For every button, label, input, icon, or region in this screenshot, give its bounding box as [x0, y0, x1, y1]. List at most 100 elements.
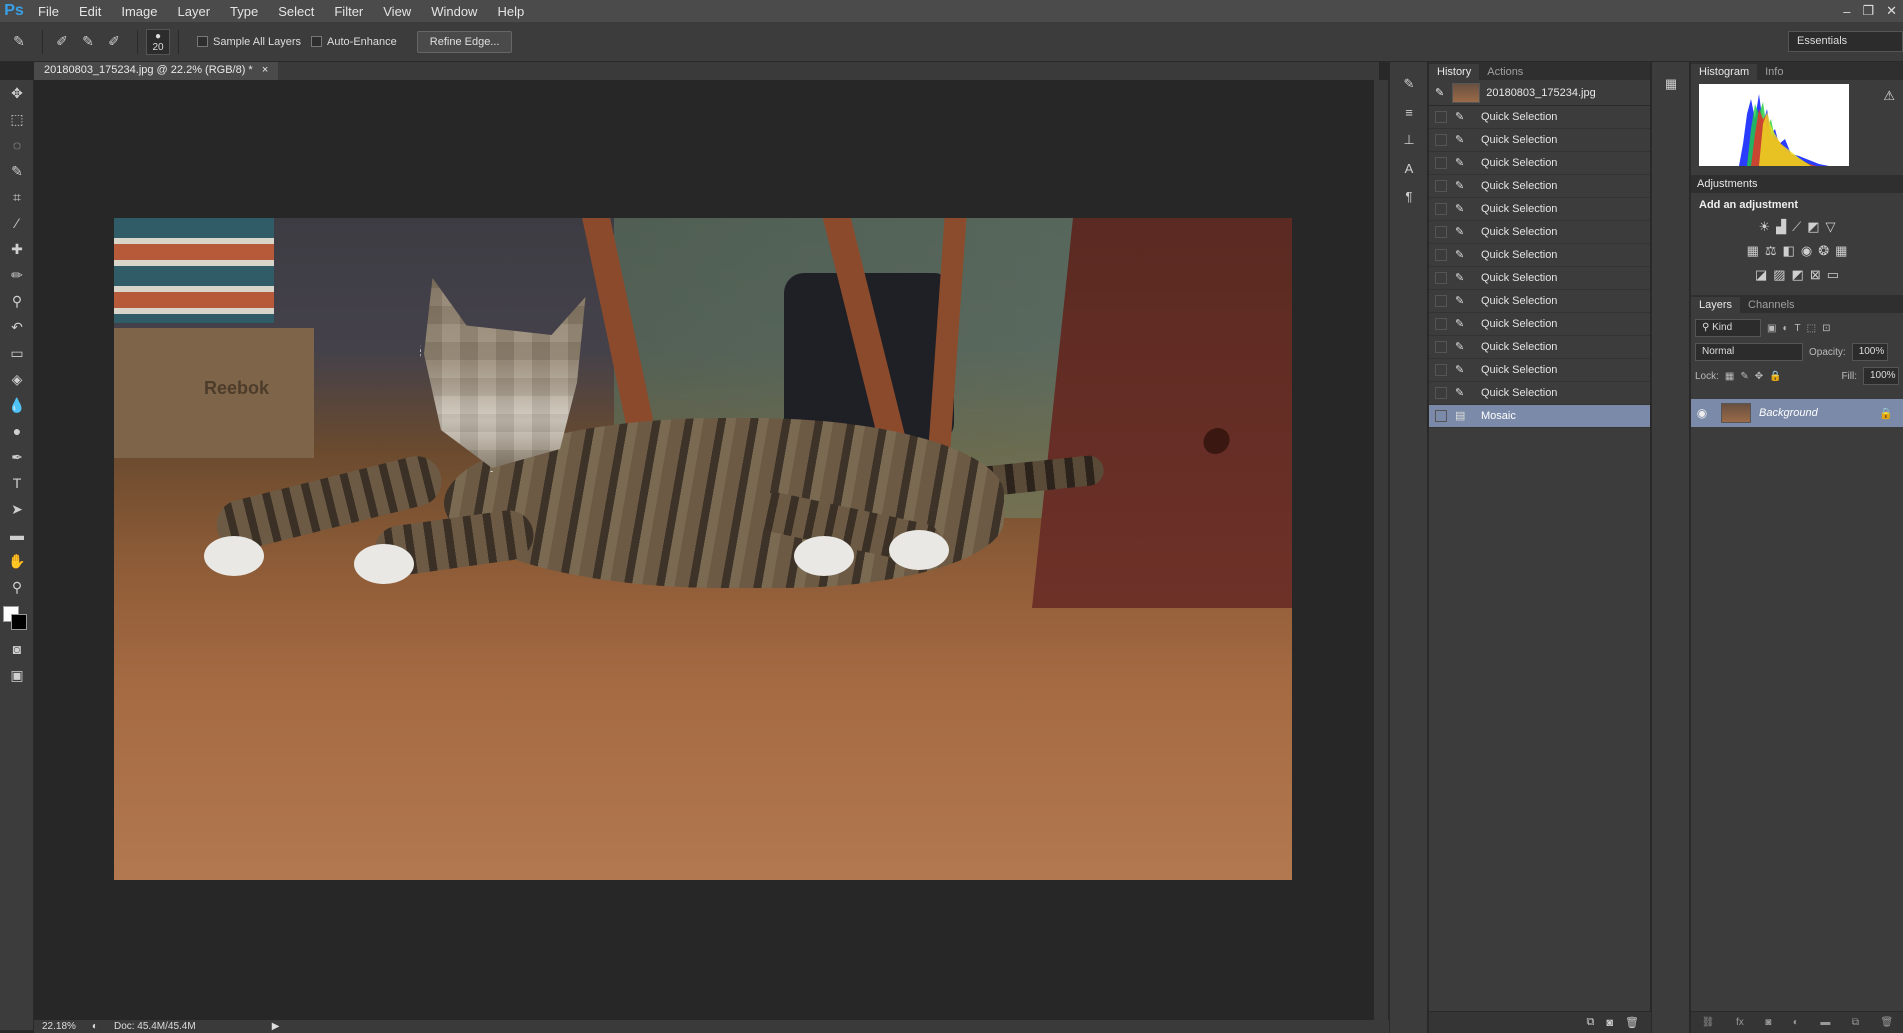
delete-layer-icon[interactable]: 🗑 [1880, 1017, 1893, 1028]
new-adjustment-layer-icon[interactable]: ◐ [1793, 1017, 1799, 1028]
history-state[interactable]: ✎ Quick Selection [1429, 106, 1650, 129]
brush-tool-icon[interactable]: ✏ [0, 262, 34, 288]
quick-selection-tool-icon[interactable]: ✎ [0, 158, 34, 184]
history-state[interactable]: ✎ Quick Selection [1429, 290, 1650, 313]
channel-mixer-icon[interactable]: ❂ [1818, 243, 1829, 259]
threshold-icon[interactable]: ◩ [1792, 267, 1804, 283]
history-state[interactable]: ✎ Quick Selection [1429, 129, 1650, 152]
history-state[interactable]: ✎ Quick Selection [1429, 336, 1650, 359]
minimize-button[interactable]: – [1843, 4, 1850, 19]
status-info-icon[interactable]: ◐ [92, 1021, 98, 1032]
type-tool-icon[interactable]: T [0, 470, 34, 496]
history-snapshot[interactable]: ✎ 20180803_175234.jpg [1429, 80, 1650, 106]
restore-button[interactable]: ❐ [1862, 3, 1874, 19]
exposure-icon[interactable]: ◩ [1807, 219, 1819, 235]
new-document-from-state-icon[interactable]: ⧉ [1587, 1016, 1595, 1029]
screen-mode-icon[interactable]: ▣ [0, 662, 34, 688]
history-source-checkbox[interactable] [1435, 295, 1447, 307]
new-selection-icon[interactable]: ✐ [51, 31, 73, 53]
history-state-selected[interactable]: ▤ Mosaic [1429, 405, 1650, 428]
history-source-checkbox[interactable] [1435, 134, 1447, 146]
fill-input[interactable]: 100% [1863, 367, 1899, 385]
eyedropper-tool-icon[interactable]: ⁄ [0, 210, 34, 236]
tab-layers[interactable]: Layers [1691, 297, 1741, 313]
history-state[interactable]: ✎ Quick Selection [1429, 267, 1650, 290]
history-state[interactable]: ✎ Quick Selection [1429, 152, 1650, 175]
menu-edit[interactable]: Edit [69, 4, 111, 19]
character-panel-icon[interactable]: A [1390, 154, 1428, 182]
color-lookup-icon[interactable]: ▦ [1835, 243, 1847, 259]
path-selection-tool-icon[interactable]: ➤ [0, 496, 34, 522]
lock-all-icon[interactable]: 🔒 [1769, 371, 1781, 382]
levels-icon[interactable]: ▟ [1776, 219, 1786, 235]
link-layers-icon[interactable]: ⛓ [1702, 1017, 1715, 1028]
new-layer-icon[interactable]: ⧉ [1852, 1017, 1859, 1028]
healing-brush-tool-icon[interactable]: ✚ [0, 236, 34, 262]
vertical-scrollbar[interactable] [1374, 80, 1388, 1020]
clone-stamp-tool-icon[interactable]: ⚲ [0, 288, 34, 314]
hue-saturation-icon[interactable]: ▦ [1747, 243, 1759, 259]
history-state[interactable]: ✎ Quick Selection [1429, 221, 1650, 244]
history-state[interactable]: ✎ Quick Selection [1429, 382, 1650, 405]
history-source-checkbox[interactable] [1435, 387, 1447, 399]
history-state[interactable]: ✎ Quick Selection [1429, 175, 1650, 198]
blur-tool-icon[interactable]: 💧 [0, 392, 34, 418]
pen-tool-icon[interactable]: ✒ [0, 444, 34, 470]
history-source-checkbox[interactable] [1435, 157, 1447, 169]
opacity-input[interactable]: 100% [1851, 343, 1888, 361]
properties-panel-icon[interactable]: ▦ [1652, 70, 1690, 98]
color-balance-icon[interactable]: ⚖ [1765, 243, 1777, 259]
history-source-checkbox[interactable] [1435, 341, 1447, 353]
filter-adjustment-icon[interactable]: ◐ [1782, 323, 1788, 334]
filter-type-icon[interactable]: T [1795, 323, 1801, 334]
history-source-checkbox[interactable] [1435, 111, 1447, 123]
vibrance-icon[interactable]: ▽ [1826, 219, 1836, 235]
adjustments-header[interactable]: Adjustments [1691, 175, 1903, 193]
tab-info[interactable]: Info [1757, 64, 1791, 80]
warning-icon[interactable]: ⚠ [1883, 88, 1895, 104]
history-source-checkbox[interactable] [1435, 410, 1447, 422]
lasso-tool-icon[interactable]: ◌ [0, 132, 34, 158]
visibility-eye-icon[interactable]: ◉ [1691, 406, 1713, 420]
dodge-tool-icon[interactable]: ● [0, 418, 34, 444]
move-tool-icon[interactable]: ✥ [0, 80, 34, 106]
tab-history[interactable]: History [1429, 64, 1480, 80]
photo-filter-icon[interactable]: ◉ [1801, 243, 1812, 259]
hand-tool-icon[interactable]: ✋ [0, 548, 34, 574]
lock-transparent-icon[interactable]: ▦ [1725, 371, 1734, 382]
background-color-swatch[interactable] [11, 614, 27, 630]
history-source-checkbox[interactable] [1435, 272, 1447, 284]
subtract-from-selection-icon[interactable]: ✐ [103, 31, 125, 53]
menu-image[interactable]: Image [111, 4, 167, 19]
document-image[interactable]: Reebok [114, 218, 1292, 880]
rectangle-tool-icon[interactable]: ▬ [0, 522, 34, 548]
filter-pixel-icon[interactable]: ▣ [1767, 323, 1776, 334]
history-source-checkbox[interactable] [1435, 203, 1447, 215]
quick-mask-icon[interactable]: ◙ [0, 636, 34, 662]
history-state[interactable]: ✎ Quick Selection [1429, 244, 1650, 267]
menu-window[interactable]: Window [421, 4, 487, 19]
filter-shape-icon[interactable]: ⬚ [1807, 323, 1816, 334]
lock-image-icon[interactable]: ✎ [1740, 371, 1748, 382]
menu-layer[interactable]: Layer [168, 4, 221, 19]
clone-source-icon[interactable]: ⊥ [1390, 126, 1428, 154]
auto-enhance-checkbox[interactable] [311, 36, 323, 47]
history-state[interactable]: ✎ Quick Selection [1429, 313, 1650, 336]
history-brush-source-icon[interactable]: ✎ [1435, 86, 1444, 99]
menu-type[interactable]: Type [220, 4, 268, 19]
sample-all-layers-checkbox[interactable] [197, 36, 208, 47]
paragraph-panel-icon[interactable]: ¶ [1390, 182, 1428, 210]
curves-icon[interactable]: ⟋ [1792, 219, 1801, 235]
filter-smart-object-icon[interactable]: ⊡ [1822, 323, 1830, 334]
add-mask-icon[interactable]: ◙ [1765, 1017, 1771, 1028]
paint-bucket-tool-icon[interactable]: ◈ [0, 366, 34, 392]
blend-mode-select[interactable]: Normal [1695, 343, 1803, 361]
history-state[interactable]: ✎ Quick Selection [1429, 198, 1650, 221]
layer-style-icon[interactable]: fx [1736, 1017, 1744, 1028]
menu-filter[interactable]: Filter [324, 4, 373, 19]
lock-position-icon[interactable]: ✥ [1755, 371, 1763, 382]
layer-filter-select[interactable]: ⚲ Kind [1695, 319, 1761, 337]
posterize-icon[interactable]: ▨ [1773, 267, 1785, 283]
history-source-checkbox[interactable] [1435, 226, 1447, 238]
status-arrow-icon[interactable]: ▶ [272, 1021, 280, 1032]
